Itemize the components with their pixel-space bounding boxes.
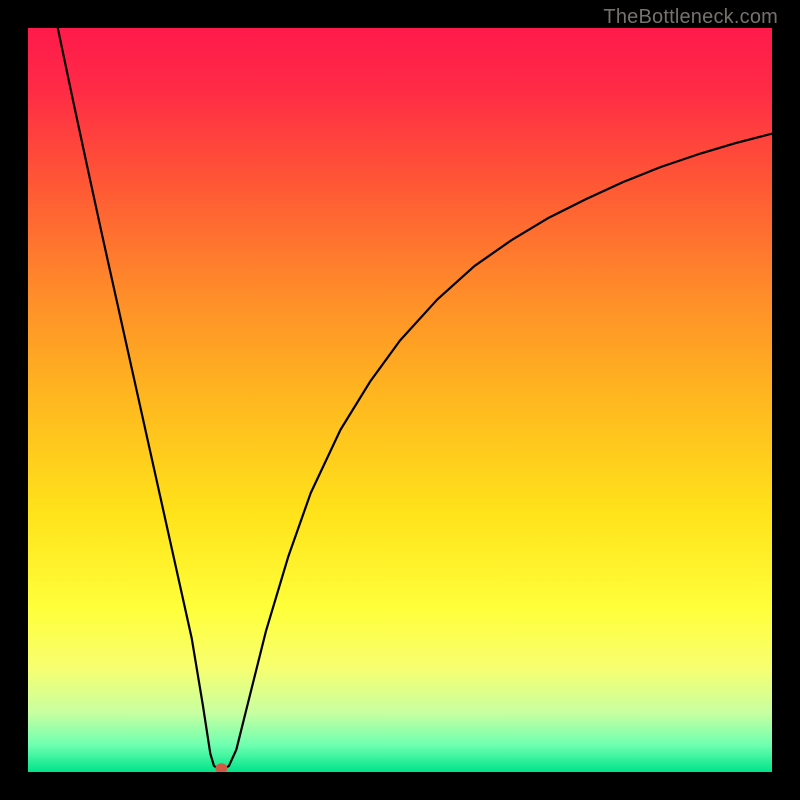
watermark-text: TheBottleneck.com xyxy=(603,6,778,29)
chart-svg xyxy=(28,28,772,772)
chart-plot-area xyxy=(28,28,772,772)
chart-frame: TheBottleneck.com xyxy=(0,0,800,800)
